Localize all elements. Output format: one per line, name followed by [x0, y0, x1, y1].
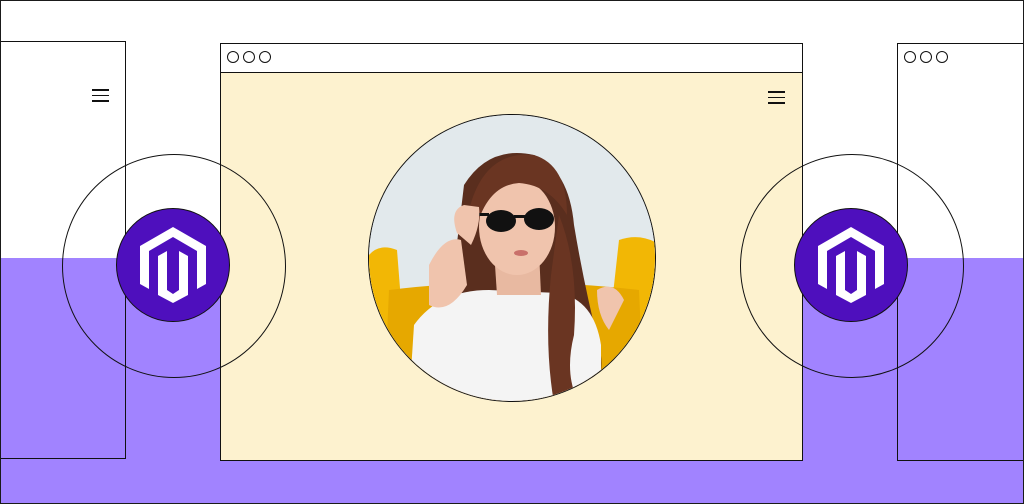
right-window-titlebar: [898, 44, 1023, 73]
window-control-dot[interactable]: [920, 51, 932, 63]
window-control-dot[interactable]: [259, 51, 271, 63]
window-dots-icon[interactable]: [904, 51, 948, 63]
window-control-dot[interactable]: [904, 51, 916, 63]
magento-logo-icon: [116, 208, 230, 322]
magento-logo-icon: [794, 208, 908, 322]
window-control-dot[interactable]: [936, 51, 948, 63]
window-dots-icon[interactable]: [227, 51, 271, 63]
window-control-dot[interactable]: [227, 51, 239, 63]
woman-with-sunglasses-photo: [368, 114, 656, 402]
hamburger-menu-icon[interactable]: [92, 89, 109, 102]
hamburger-menu-icon[interactable]: [768, 91, 785, 104]
left-window-titlebar: [1, 42, 125, 71]
center-window-titlebar: [221, 44, 802, 73]
window-control-dot[interactable]: [243, 51, 255, 63]
